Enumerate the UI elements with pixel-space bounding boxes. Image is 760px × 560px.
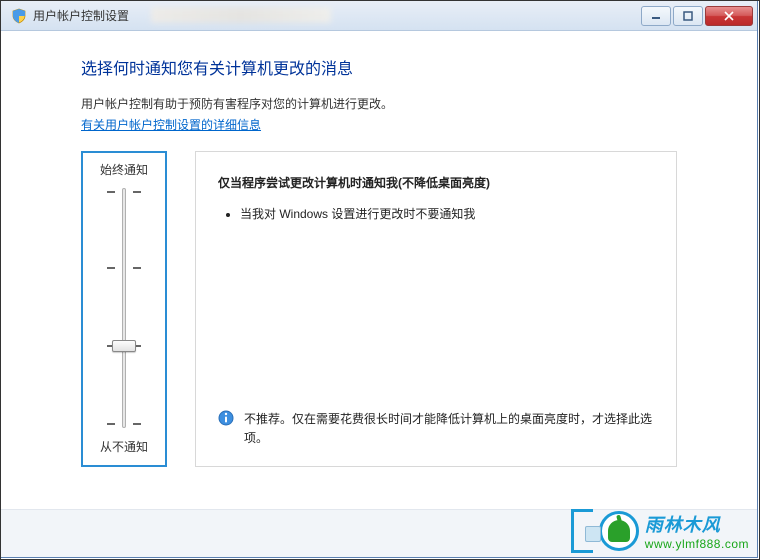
watermark-bracket-icon (571, 509, 593, 553)
info-bullet: 当我对 Windows 设置进行更改时不要通知我 (240, 205, 654, 222)
page-description: 用户帐户控制有助于预防有害程序对您的计算机进行更改。 (81, 95, 677, 112)
slider-tick (133, 267, 141, 269)
slider-thumb[interactable] (112, 340, 136, 352)
details-link[interactable]: 有关用户帐户控制设置的详细信息 (81, 118, 261, 132)
page-heading: 选择何时通知您有关计算机更改的消息 (81, 55, 677, 79)
slider-track-wrap (122, 188, 126, 428)
window-title: 用户帐户控制设置 (33, 7, 129, 24)
watermark: 雨林木风 www.ylmf888.com (571, 509, 749, 553)
close-button[interactable] (705, 6, 753, 26)
shield-icon (11, 8, 27, 24)
slider-top-label: 始终通知 (100, 161, 148, 178)
slider-track[interactable] (122, 188, 126, 428)
footer: 雨林木风 www.ylmf888.com (1, 509, 757, 557)
maximize-button[interactable] (673, 6, 703, 26)
watermark-url: www.ylmf888.com (645, 537, 749, 551)
info-note-row: 不推荐。仅在需要花费很长时间才能降低计算机上的桌面亮度时，才选择此选项。 (218, 390, 654, 448)
slider-tick (107, 423, 115, 425)
watermark-text: 雨林木风 www.ylmf888.com (645, 511, 749, 551)
info-panel: 仅当程序尝试更改计算机时通知我(不降低桌面亮度) 当我对 Windows 设置进… (195, 151, 677, 467)
slider-tick (107, 267, 115, 269)
titlebar-blur-decoration (151, 7, 331, 23)
content-area: 选择何时通知您有关计算机更改的消息 用户帐户控制有助于预防有害程序对您的计算机进… (1, 31, 757, 511)
info-list: 当我对 Windows 设置进行更改时不要通知我 (218, 205, 654, 222)
slider-tick (107, 191, 115, 193)
notification-slider-box: 始终通知 从不通知 (81, 151, 167, 467)
info-note-text: 不推荐。仅在需要花费很长时间才能降低计算机上的桌面亮度时，才选择此选项。 (244, 410, 654, 448)
info-title: 仅当程序尝试更改计算机时通知我(不降低桌面亮度) (218, 174, 654, 191)
main-row: 始终通知 从不通知 仅当程序尝试更改计算机时通知我(不降低桌面亮度) 当我对 W… (81, 151, 677, 467)
slider-tick (133, 423, 141, 425)
info-icon (218, 410, 234, 426)
minimize-button[interactable] (641, 6, 671, 26)
slider-bottom-label: 从不通知 (100, 438, 148, 455)
titlebar[interactable]: 用户帐户控制设置 (1, 1, 757, 31)
watermark-logo-icon (599, 511, 639, 551)
uac-settings-window: 用户帐户控制设置 选择何时通知您有关计算机更改的消息 用户帐户控制有助于预防有害… (0, 0, 758, 558)
slider-tick (133, 191, 141, 193)
window-controls (639, 6, 753, 26)
watermark-brand: 雨林木风 (645, 511, 721, 537)
